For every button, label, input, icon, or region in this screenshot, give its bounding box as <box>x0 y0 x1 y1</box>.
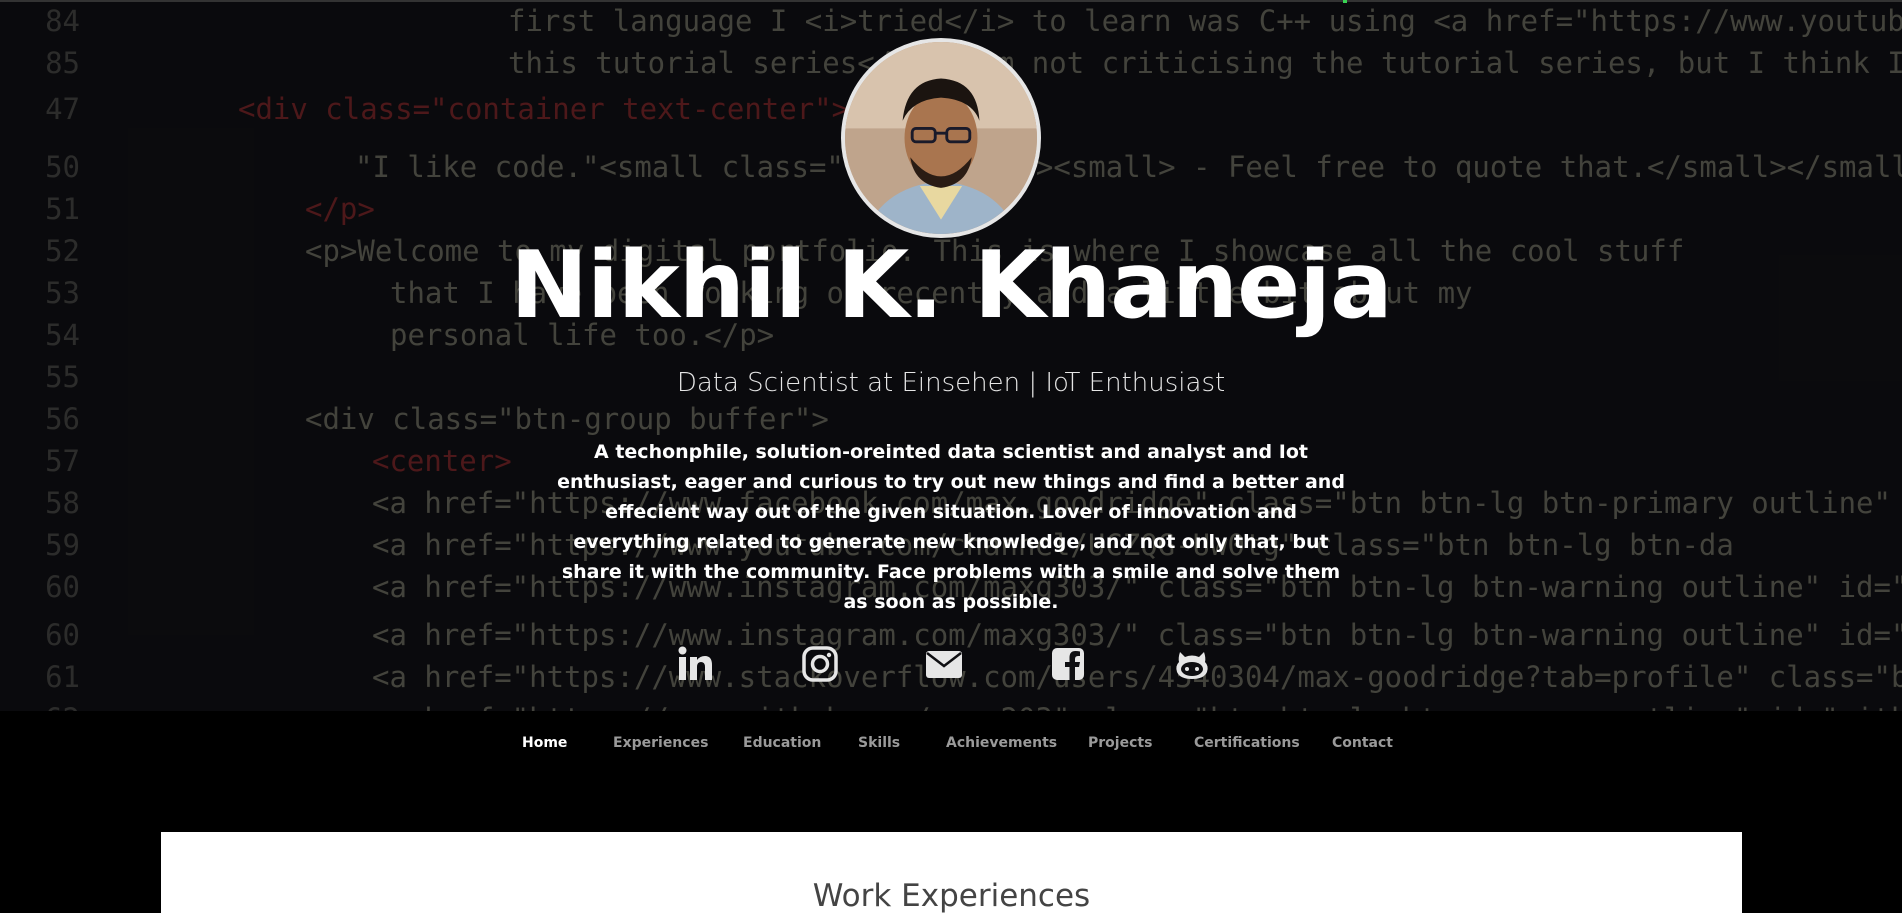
nav-item-achievements[interactable]: Achievements <box>946 735 1057 751</box>
nav-item-education[interactable]: Education <box>743 735 821 751</box>
facebook-icon <box>1052 648 1084 680</box>
hero-section: 84 first language I <i>tried</i> to learn… <box>0 0 1902 711</box>
section-title: Work Experiences <box>812 878 1091 913</box>
linkedin-icon <box>678 646 712 680</box>
profile-bio: A techonphile, solution-oreinted data sc… <box>557 441 1345 613</box>
facebook-link[interactable] <box>1048 644 1088 684</box>
profile-photo <box>845 42 1037 234</box>
mail-link[interactable] <box>924 644 964 684</box>
nav-item-experiences[interactable]: Experiences <box>613 735 708 751</box>
avatar <box>841 38 1041 238</box>
nav-item-certifications[interactable]: Certifications <box>1194 735 1300 751</box>
nav-item-home[interactable]: Home <box>522 735 567 751</box>
mail-icon <box>926 651 962 678</box>
instagram-icon <box>802 646 838 682</box>
top-border <box>0 0 1902 2</box>
linkedin-link[interactable] <box>675 644 715 684</box>
social-links <box>0 644 1902 684</box>
github-link[interactable] <box>1172 644 1212 684</box>
progress-indicator <box>1343 0 1347 3</box>
profile-name: Nikhil K. Khaneja <box>510 231 1393 339</box>
work-experiences-section: Work Experiences <box>161 832 1742 913</box>
github-icon <box>1176 652 1208 679</box>
nav-item-contact[interactable]: Contact <box>1332 735 1393 751</box>
main-nav: Home Experiences Education Skills Achiev… <box>0 711 1902 773</box>
instagram-link[interactable] <box>800 644 840 684</box>
nav-item-skills[interactable]: Skills <box>858 735 900 751</box>
profile-tagline: Data Scientist at Einsehen | IoT Enthusi… <box>676 368 1226 398</box>
nav-item-projects[interactable]: Projects <box>1088 735 1152 751</box>
